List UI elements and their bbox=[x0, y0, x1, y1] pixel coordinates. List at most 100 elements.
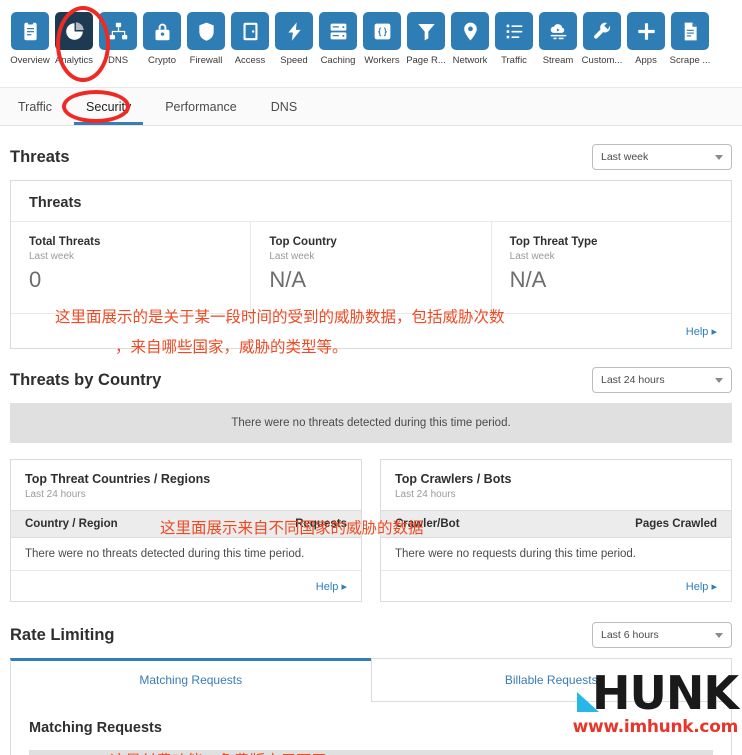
stat-label: Top Country bbox=[269, 236, 337, 248]
app-nav-item-access[interactable]: Access bbox=[228, 12, 272, 67]
app-nav-label: Crypto bbox=[148, 55, 176, 66]
video-cloud-icon bbox=[539, 12, 577, 50]
chevron-down-icon bbox=[715, 377, 723, 383]
pie-chart-icon bbox=[55, 12, 93, 50]
table-help-link[interactable]: Help ▸ bbox=[686, 581, 717, 593]
rate-limiting-body-title: Matching Requests bbox=[29, 720, 162, 736]
app-nav-label: Workers bbox=[364, 55, 400, 66]
tab-security[interactable]: Security bbox=[74, 88, 144, 125]
app-nav-item-apps[interactable]: Apps bbox=[624, 12, 668, 67]
rate-limiting-tabs: Matching Requests Billable Requests bbox=[10, 658, 732, 702]
threats-section-header: Threats Last week bbox=[10, 144, 732, 170]
app-nav: Overview Analytics DNS Crypto Firewall Access… bbox=[0, 0, 742, 88]
app-nav-item-stream[interactable]: Stream bbox=[536, 12, 580, 67]
app-nav-label: Traffic bbox=[501, 55, 527, 66]
app-nav-label: Overview bbox=[10, 55, 50, 66]
tab-traffic[interactable]: Traffic bbox=[18, 88, 52, 125]
tab-dns[interactable]: DNS bbox=[271, 88, 297, 125]
app-nav-item-traffic[interactable]: Traffic bbox=[492, 12, 536, 67]
rate-limiting-header: Rate Limiting Last 6 hours bbox=[10, 622, 732, 648]
column-header-right: Pages Crawled bbox=[635, 518, 717, 530]
table-header: Top Threat Countries / Regions Last 24 ho… bbox=[11, 460, 361, 510]
table-period: Last 24 hours bbox=[395, 489, 456, 500]
app-nav-label: DNS bbox=[107, 55, 129, 66]
table-card: Top Threat Countries / Regions Last 24 ho… bbox=[10, 459, 362, 602]
server-icon bbox=[319, 12, 357, 50]
stat-period: Last week bbox=[269, 251, 315, 262]
stat-card: Total Threats Last week 0 bbox=[11, 221, 252, 313]
app-nav-item-analytics[interactable]: Analytics bbox=[52, 12, 96, 67]
sub-tabs: Traffic Security Performance DNS bbox=[0, 88, 742, 126]
table-footer: Help ▸ bbox=[381, 570, 731, 601]
app-nav-item-page-r[interactable]: Page R... bbox=[404, 12, 448, 67]
app-nav-item-caching[interactable]: Caching bbox=[316, 12, 360, 67]
plus-icon bbox=[627, 12, 665, 50]
table-period: Last 24 hours bbox=[25, 489, 86, 500]
app-nav-label: Page R... bbox=[406, 55, 446, 66]
app-nav-item-network[interactable]: Network bbox=[448, 12, 492, 67]
rate-limiting-tab-billable-requests[interactable]: Billable Requests bbox=[370, 658, 732, 702]
app-nav-label: Firewall bbox=[189, 55, 223, 66]
app-nav-label: Speed bbox=[280, 55, 308, 66]
door-icon bbox=[231, 12, 269, 50]
stat-value: N/A bbox=[509, 267, 547, 292]
map-pin-icon bbox=[451, 12, 489, 50]
table-title: Top Threat Countries / Regions bbox=[25, 472, 211, 486]
table-column-headers: Crawler/Bot Pages Crawled bbox=[381, 510, 731, 538]
app-nav-label: Stream bbox=[542, 55, 574, 66]
app-nav-label: Apps bbox=[635, 55, 657, 66]
rate-limiting-tab-matching-requests[interactable]: Matching Requests bbox=[10, 658, 371, 702]
app-nav-label: Network bbox=[452, 55, 488, 66]
table-empty-message: There were no requests during this time … bbox=[395, 548, 636, 560]
stat-card: Top Threat Type Last week N/A bbox=[491, 221, 731, 313]
table-footer: Help ▸ bbox=[11, 570, 361, 601]
rate-limiting-body: Matching Requests You do not have Rate L… bbox=[10, 702, 732, 755]
threats-by-country-header: Threats by Country Last 24 hours bbox=[10, 367, 732, 393]
threats-by-country-empty: There were no threats detected during th… bbox=[10, 403, 732, 443]
column-header-left: Country / Region bbox=[25, 518, 118, 530]
threats-range-select[interactable]: Last week bbox=[592, 144, 732, 170]
app-nav-item-speed[interactable]: Speed bbox=[272, 12, 316, 67]
threats-by-country-range-select[interactable]: Last 24 hours bbox=[592, 367, 732, 393]
app-nav-label: Access bbox=[234, 55, 266, 66]
threats-by-country-title: Threats by Country bbox=[10, 370, 162, 389]
rate-limiting-range-value: Last 6 hours bbox=[601, 629, 659, 641]
threats-range-value: Last week bbox=[601, 151, 649, 163]
app-nav-item-overview[interactable]: Overview bbox=[8, 12, 52, 67]
threat-tables: Top Threat Countries / Regions Last 24 ho… bbox=[10, 459, 732, 602]
funnel-icon bbox=[407, 12, 445, 50]
app-nav-label: Analytics bbox=[54, 55, 93, 66]
table-header: Top Crawlers / Bots Last 24 hours bbox=[381, 460, 731, 510]
stat-value: N/A bbox=[269, 267, 307, 292]
threats-title: Threats bbox=[10, 147, 70, 166]
app-nav-item-workers[interactable]: Workers bbox=[360, 12, 404, 67]
threats-help-link[interactable]: Help ▸ bbox=[686, 326, 717, 338]
table-help-link[interactable]: Help ▸ bbox=[316, 581, 347, 593]
rate-limiting-title: Rate Limiting bbox=[10, 625, 115, 644]
column-header-right: Requests bbox=[295, 518, 347, 530]
rate-limiting-range-select[interactable]: Last 6 hours bbox=[592, 622, 732, 648]
table-title: Top Crawlers / Bots bbox=[395, 472, 512, 486]
stat-label: Total Threats bbox=[29, 236, 101, 248]
shield-icon bbox=[187, 12, 225, 50]
stat-card: Top Country Last week N/A bbox=[251, 221, 492, 313]
lock-icon bbox=[143, 12, 181, 50]
stat-period: Last week bbox=[29, 251, 75, 262]
threats-card-footer: Help ▸ bbox=[11, 313, 731, 348]
wrench-icon bbox=[583, 12, 621, 50]
app-nav-item-crypto[interactable]: Crypto bbox=[140, 12, 184, 67]
tab-performance[interactable]: Performance bbox=[165, 88, 237, 125]
app-nav-item-firewall[interactable]: Firewall bbox=[184, 12, 228, 67]
chevron-down-icon bbox=[715, 154, 723, 160]
app-nav-label: Scrape ... bbox=[669, 55, 711, 66]
page-body: Threats Last week Threats Total Threats L… bbox=[0, 144, 742, 755]
threats-card: Threats Total Threats Last week 0 Top Count… bbox=[10, 180, 732, 349]
app-nav-item-dns[interactable]: DNS bbox=[96, 12, 140, 67]
app-nav-item-custom[interactable]: Custom... bbox=[580, 12, 624, 67]
table-column-headers: Country / Region Requests bbox=[11, 510, 361, 538]
app-nav-item-scrape[interactable]: Scrape ... bbox=[668, 12, 712, 67]
threats-by-country-range-value: Last 24 hours bbox=[601, 374, 665, 386]
table-empty-message: There were no threats detected during th… bbox=[25, 548, 305, 560]
threats-card-title: Threats bbox=[29, 195, 82, 211]
column-header-left: Crawler/Bot bbox=[395, 518, 460, 530]
